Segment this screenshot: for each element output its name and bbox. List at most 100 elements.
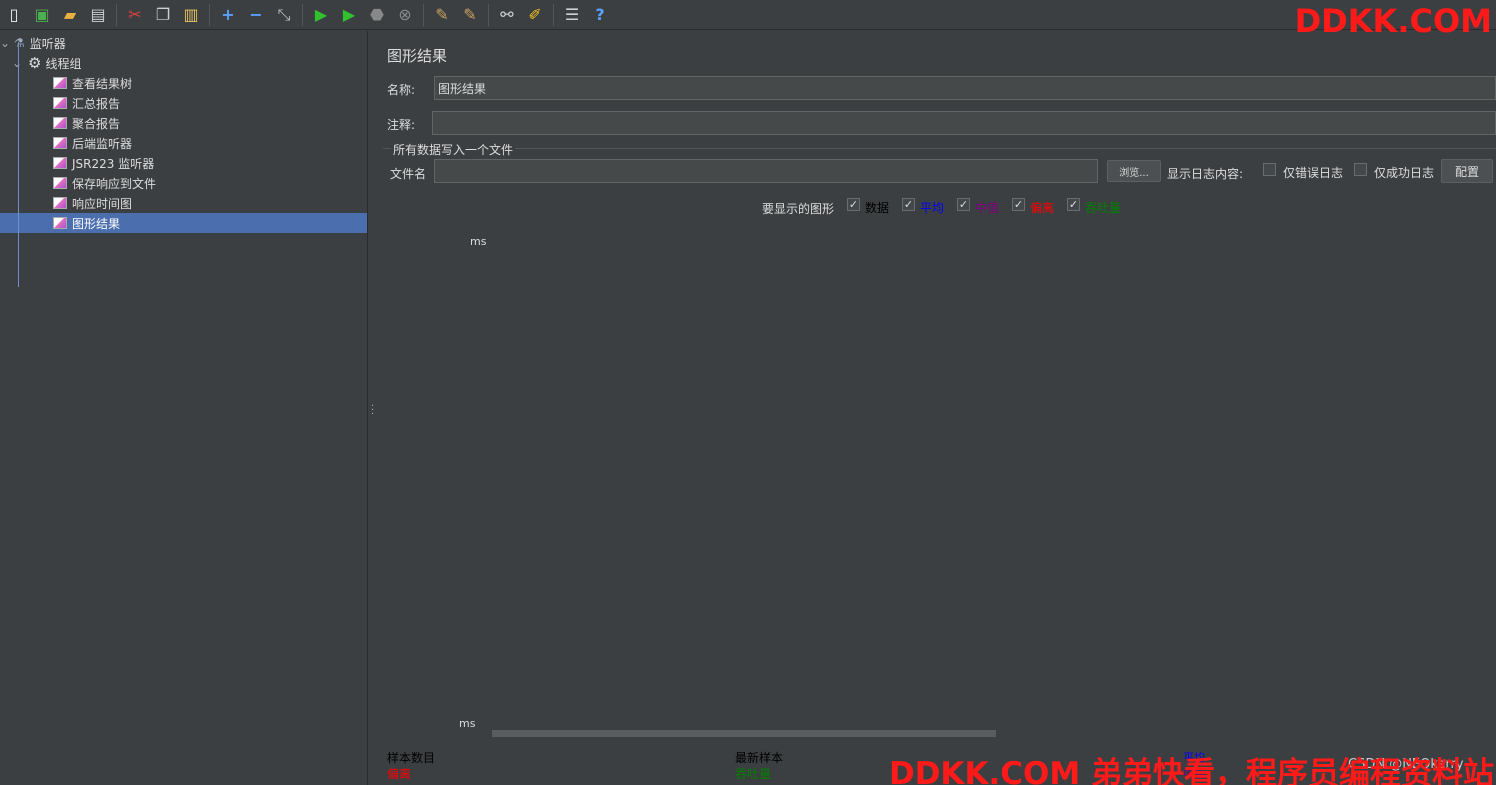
tree-item-label: 汇总报告: [72, 96, 121, 111]
watermark-bottom: DDKK.COM 弟弟快看，程序员编程资料站: [888, 756, 1494, 785]
graph-checkbox[interactable]: ✓: [1067, 198, 1080, 211]
tree-item-label: 图形结果: [72, 216, 121, 231]
tree-item[interactable]: 后端监听器: [53, 133, 132, 153]
drag-handle-icon[interactable]: · · ·: [371, 402, 374, 420]
toolbar-separator: [116, 3, 117, 26]
tree-thread-group[interactable]: ⌄ ⚙ 线程组: [12, 53, 81, 73]
y-axis-bottom-unit: ms: [459, 717, 476, 730]
throughput-legend-label: 吞吐量: [735, 767, 772, 781]
toolbar: ▯ ▣ ▰ ▤ ✂ ❐ ▥ + − ⤡ ▶ ▶ ⬣ ⊗ ✎ ✎ ⚯ ✐ ☰ ?: [0, 0, 1496, 30]
tree-root-label: 监听器: [29, 36, 66, 51]
graph-checkbox-label: 偏离: [1030, 201, 1055, 215]
shutdown-icon[interactable]: ⊗: [394, 4, 416, 26]
samples-count-label: 样本数目: [387, 751, 436, 765]
graph-icon: [53, 77, 67, 89]
graph-checkbox[interactable]: ✓: [902, 198, 915, 211]
toolbar-separator: [488, 3, 489, 26]
toolbar-separator: [302, 3, 303, 26]
tree-root[interactable]: ⌄ ⚗ 监听器: [0, 33, 66, 53]
clear-icon[interactable]: ✎: [431, 4, 453, 26]
tree-item-label: 查看结果树: [72, 76, 133, 91]
tree-item[interactable]: 查看结果树: [53, 73, 132, 93]
function-helper-icon[interactable]: ☰: [561, 4, 583, 26]
graph-icon: [53, 217, 67, 229]
graph-checkbox-label: 中值: [975, 201, 1000, 215]
errors-only-label: 仅错误日志: [1283, 166, 1344, 180]
tree-item-label: JSR223 监听器: [72, 156, 155, 171]
graph-canvas: [492, 271, 1492, 731]
toolbar-separator: [423, 3, 424, 26]
tree-item[interactable]: 响应时间图: [53, 193, 132, 213]
reset-search-icon[interactable]: ✐: [524, 4, 546, 26]
chevron-down-icon: ⌄: [12, 56, 28, 70]
graph-checkbox[interactable]: ✓: [847, 198, 860, 211]
graph-icon: [53, 97, 67, 109]
tree-item[interactable]: 汇总报告: [53, 93, 120, 113]
log-content-label: 显示日志内容:: [1167, 167, 1244, 181]
start-no-pause-icon[interactable]: ▶: [338, 4, 360, 26]
graph-icon: [53, 177, 67, 189]
graph-icon: [53, 157, 67, 169]
tree-item-label: 后端监听器: [72, 136, 133, 151]
filename-field[interactable]: [434, 159, 1098, 183]
graphs-to-display-label: 要显示的图形: [762, 202, 835, 216]
open-icon[interactable]: ▰: [59, 4, 81, 26]
tree-item[interactable]: JSR223 监听器: [53, 153, 154, 173]
start-icon[interactable]: ▶: [310, 4, 332, 26]
save-icon[interactable]: ▤: [87, 4, 109, 26]
latest-sample-label: 最新样本: [735, 751, 784, 765]
split-pane-divider[interactable]: · · ·: [367, 31, 376, 785]
toolbar-separator: [553, 3, 554, 26]
new-icon[interactable]: ▯: [3, 4, 25, 26]
flask-icon: ⚗: [14, 36, 25, 50]
paste-icon[interactable]: ▥: [180, 4, 202, 26]
graph-checkbox[interactable]: ✓: [1012, 198, 1025, 211]
graph-checkbox-label: 数据: [865, 201, 890, 215]
success-only-checkbox[interactable]: [1354, 163, 1367, 176]
graph-icon: [53, 137, 67, 149]
tree-item[interactable]: 保存响应到文件: [53, 173, 156, 193]
y-axis-top-unit: ms: [470, 235, 487, 248]
deviation-legend-label: 偏离: [387, 767, 412, 781]
tree-item-selected[interactable]: 图形结果: [0, 213, 367, 233]
filename-label: 文件名: [390, 167, 427, 181]
graph-results-panel: 图形结果 名称: 图形结果 注释: 所有数据写入一个文件 文件名 浏览... 显…: [377, 31, 1496, 785]
comment-label: 注释:: [387, 118, 416, 132]
templates-icon[interactable]: ▣: [31, 4, 53, 26]
file-group-border: [383, 148, 1496, 149]
gear-icon: ⚙: [28, 54, 42, 72]
expand-icon[interactable]: +: [217, 4, 239, 26]
stop-icon[interactable]: ⬣: [366, 4, 388, 26]
page-title: 图形结果: [387, 47, 448, 65]
comment-field[interactable]: [432, 111, 1496, 135]
graph-icon: [53, 197, 67, 209]
tree-item-label: 保存响应到文件: [72, 176, 157, 191]
graph-checkbox-label: 吞吐量: [1085, 201, 1122, 215]
tree-group-label: 线程组: [45, 56, 82, 71]
file-group-title: 所有数据写入一个文件: [391, 141, 516, 158]
search-icon[interactable]: ⚯: [496, 4, 518, 26]
graph-checkbox[interactable]: ✓: [957, 198, 970, 211]
cut-icon[interactable]: ✂: [124, 4, 146, 26]
tree-item[interactable]: 聚合报告: [53, 113, 120, 133]
tree-item-label: 聚合报告: [72, 116, 121, 131]
toggle-icon[interactable]: ⤡: [273, 4, 295, 26]
graph-icon: [53, 117, 67, 129]
test-plan-tree: ⌄ ⚗ 监听器 ⌄ ⚙ 线程组 查看结果树 汇总报告 聚合报告 后端监听器 JS…: [0, 31, 367, 785]
copy-icon[interactable]: ❐: [152, 4, 174, 26]
name-field[interactable]: 图形结果: [434, 76, 1496, 100]
tree-guide-line: [18, 42, 19, 287]
errors-only-checkbox[interactable]: [1263, 163, 1276, 176]
graph-checkbox-label: 平均: [920, 201, 945, 215]
toolbar-separator: [209, 3, 210, 26]
clear-all-icon[interactable]: ✎: [459, 4, 481, 26]
help-icon[interactable]: ?: [589, 4, 611, 26]
success-only-label: 仅成功日志: [1374, 166, 1435, 180]
collapse-icon[interactable]: −: [245, 4, 267, 26]
chevron-down-icon: ⌄: [0, 36, 11, 50]
tree-item-label: 响应时间图: [72, 196, 133, 211]
name-label: 名称:: [387, 83, 416, 97]
horizontal-scrollbar[interactable]: [492, 730, 996, 737]
browse-button[interactable]: 浏览...: [1107, 160, 1161, 182]
configure-button[interactable]: 配置: [1441, 159, 1493, 183]
